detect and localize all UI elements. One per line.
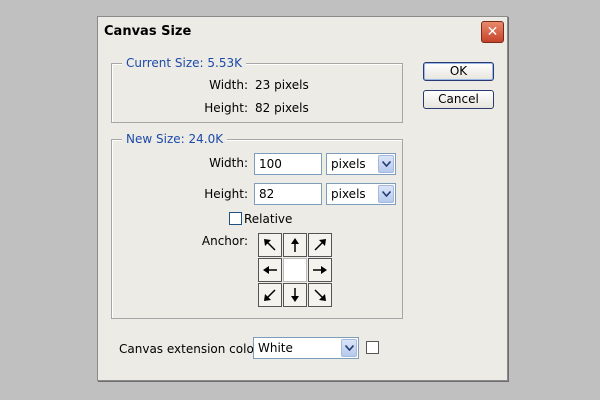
arrow-down-left-icon — [264, 289, 276, 301]
chevron-down-icon[interactable] — [378, 185, 394, 203]
width-unit-select[interactable]: pixels — [326, 153, 396, 175]
current-height-label: Height: — [204, 101, 248, 115]
dialog-title: Canvas Size — [104, 24, 192, 39]
width-input-value: 100 — [259, 157, 282, 171]
width-unit-value: pixels — [331, 157, 366, 171]
anchor-right[interactable] — [308, 258, 332, 282]
current-width-label: Width: — [209, 78, 248, 92]
anchor-top-left[interactable] — [258, 233, 282, 257]
anchor-bottom-left[interactable] — [258, 283, 282, 307]
relative-checkbox[interactable] — [229, 212, 242, 225]
relative-label[interactable]: Relative — [244, 212, 292, 226]
cancel-button[interactable]: Cancel — [423, 90, 494, 109]
anchor-top[interactable] — [283, 233, 307, 257]
new-width-label: Width: — [209, 156, 248, 170]
width-input[interactable]: 100 — [254, 153, 322, 175]
extension-color-label: Canvas extension color: — [119, 342, 263, 356]
height-unit-select[interactable]: pixels — [326, 183, 396, 205]
arrow-down-icon — [291, 288, 299, 302]
chevron-down-icon[interactable] — [378, 155, 394, 173]
anchor-left[interactable] — [258, 258, 282, 282]
anchor-center[interactable] — [283, 258, 307, 282]
new-size-legend: New Size: 24.0K — [122, 132, 228, 146]
arrow-down-right-icon — [314, 289, 326, 301]
new-height-label: Height: — [204, 187, 248, 201]
anchor-top-right[interactable] — [308, 233, 332, 257]
arrow-up-left-icon — [264, 239, 276, 251]
anchor-grid — [258, 233, 332, 308]
anchor-label: Anchor: — [201, 234, 248, 248]
anchor-bottom[interactable] — [283, 283, 307, 307]
extension-color-value: White — [258, 341, 293, 355]
arrow-right-icon — [313, 266, 327, 274]
ok-button[interactable]: OK — [423, 62, 494, 81]
arrow-up-right-icon — [314, 239, 326, 251]
current-size-legend: Current Size: 5.53K — [122, 56, 246, 70]
close-icon: ✕ — [486, 24, 499, 40]
extension-color-select[interactable]: White — [253, 337, 359, 359]
chevron-down-icon[interactable] — [341, 339, 357, 357]
arrow-left-icon — [263, 266, 277, 274]
height-input-value: 82 — [259, 187, 275, 201]
extension-color-swatch[interactable] — [366, 341, 379, 354]
height-input[interactable]: 82 — [254, 183, 322, 205]
current-width-value: 23 pixels — [255, 78, 309, 92]
anchor-bottom-right[interactable] — [308, 283, 332, 307]
arrow-up-icon — [291, 238, 299, 252]
close-button[interactable]: ✕ — [481, 21, 504, 43]
title-bar[interactable]: Canvas Size ✕ — [98, 17, 507, 47]
height-unit-value: pixels — [331, 187, 366, 201]
current-height-value: 82 pixels — [255, 101, 309, 115]
